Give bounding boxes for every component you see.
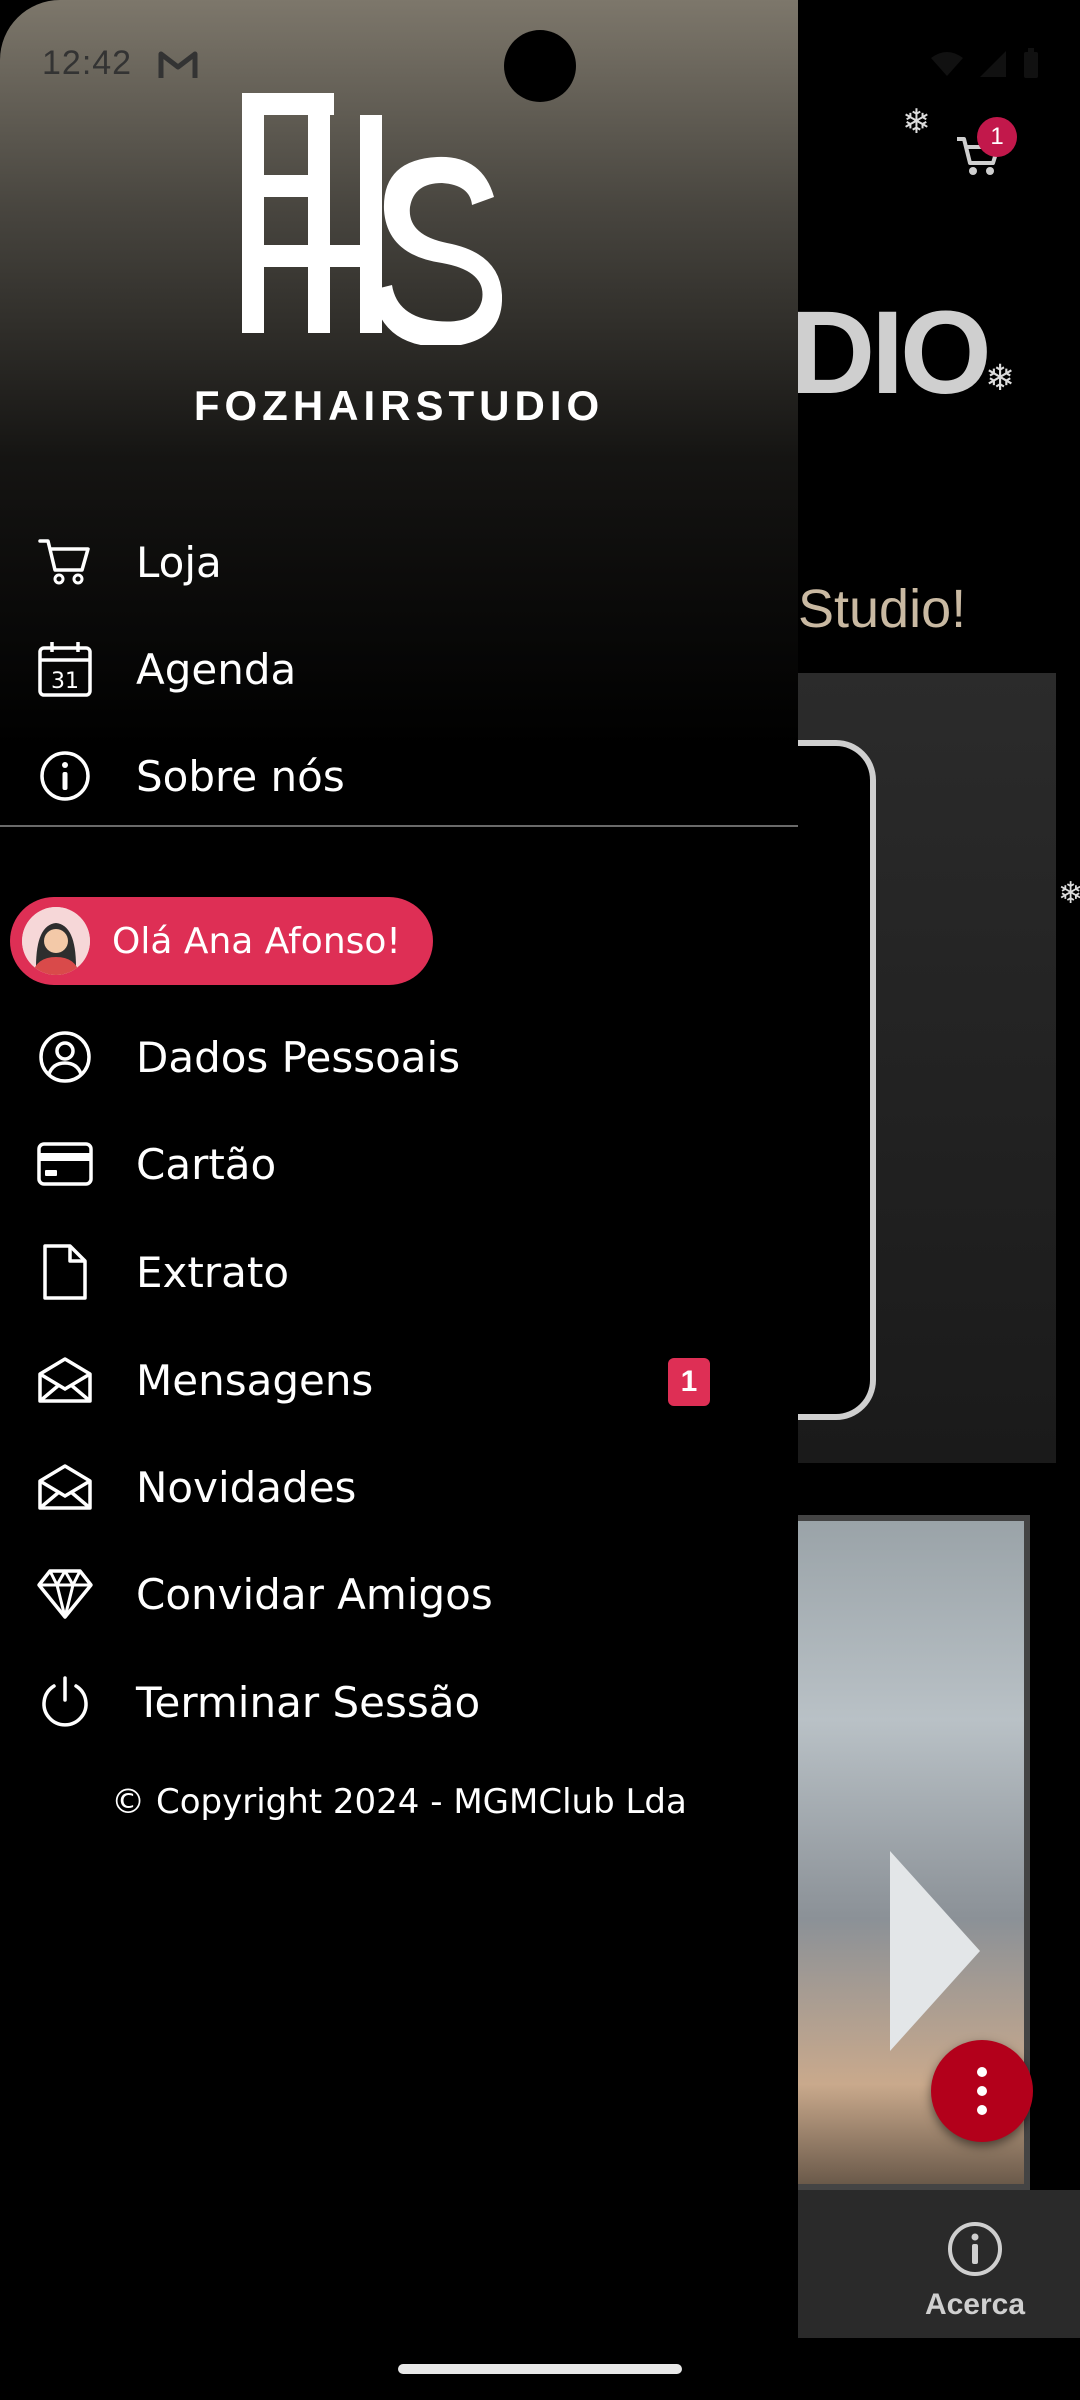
messages-count-badge: 1	[668, 1358, 710, 1406]
background-welcome-text: rStudio!	[780, 579, 967, 639]
menu-item-novidades[interactable]: Novidades	[0, 1437, 798, 1537]
menu-item-loja[interactable]: Loja	[0, 512, 798, 612]
envelope-open-icon	[36, 1351, 94, 1409]
background-logo: DIO	[790, 287, 992, 419]
card-icon	[36, 1135, 94, 1193]
avatar	[22, 907, 90, 975]
menu-item-label: Cartão	[136, 1139, 277, 1189]
menu-item-label: Extrato	[136, 1247, 290, 1297]
menu-item-label: Sobre nós	[136, 751, 345, 801]
more-options-button[interactable]	[931, 2040, 1033, 2142]
calendar-icon: 31	[36, 640, 94, 698]
navigation-drawer: 12:42 FOZHAIRSTUDIO Loja 31 Agenda Sobre…	[0, 0, 798, 2400]
greeting-text: Olá Ana Afonso!	[112, 920, 401, 962]
document-icon	[36, 1243, 94, 1301]
dot	[977, 2105, 987, 2115]
cart-icon	[36, 533, 94, 591]
nav-item-acerca[interactable]: Acerca	[900, 2220, 1050, 2322]
nav-item-label: Acerca	[924, 2288, 1026, 2321]
menu-item-convidar-amigos[interactable]: Convidar Amigos	[0, 1544, 798, 1644]
dot	[977, 2086, 987, 2096]
menu-item-label: Mensagens	[136, 1355, 374, 1405]
svg-text:31: 31	[51, 669, 79, 694]
menu-item-label: Dados Pessoais	[136, 1032, 461, 1082]
menu-item-label: Novidades	[136, 1462, 357, 1512]
wifi-icon	[931, 52, 963, 76]
info-icon	[36, 747, 94, 805]
menu-divider	[0, 825, 798, 827]
power-icon	[36, 1673, 94, 1731]
cart-count-badge: 1	[977, 117, 1017, 157]
battery-icon	[1024, 48, 1038, 78]
cart-button[interactable]: 1	[955, 117, 1017, 185]
user-circle-icon	[36, 1028, 94, 1086]
signal-icon	[980, 51, 1006, 77]
gmail-icon	[158, 51, 198, 78]
menu-item-terminar-sessao[interactable]: Terminar Sessão	[0, 1652, 798, 1752]
diamond-icon	[36, 1565, 94, 1623]
menu-item-agenda[interactable]: 31 Agenda	[0, 619, 798, 719]
brand-logo-mark	[242, 93, 502, 345]
snowflake-icon: ❄	[902, 102, 931, 142]
menu-item-label: Agenda	[136, 644, 297, 694]
copyright-text: © Copyright 2024 - MGMClub Lda	[111, 1782, 687, 1822]
status-icons	[930, 48, 1040, 80]
snowflake-icon: ❄	[1058, 876, 1080, 911]
menu-item-cartao[interactable]: Cartão	[0, 1114, 798, 1214]
menu-item-dados-pessoais[interactable]: Dados Pessoais	[0, 1007, 798, 1107]
home-indicator[interactable]	[398, 2364, 682, 2374]
menu-item-label: Convidar Amigos	[136, 1569, 493, 1619]
user-greeting-chip[interactable]: Olá Ana Afonso!	[10, 897, 433, 985]
front-camera	[504, 30, 576, 102]
dot	[977, 2067, 987, 2077]
menu-item-label: Terminar Sessão	[136, 1677, 481, 1727]
menu-item-sobre-nos[interactable]: Sobre nós	[0, 726, 798, 826]
snowflake-icon: ❄	[985, 358, 1016, 399]
envelope-open-icon	[36, 1458, 94, 1516]
menu-item-label: Loja	[136, 537, 222, 587]
info-icon	[948, 2222, 1002, 2276]
menu-item-extrato[interactable]: Extrato	[0, 1222, 798, 1322]
brand-logo-text: FOZHAIRSTUDIO	[193, 382, 605, 429]
status-time: 12:42	[42, 44, 133, 82]
